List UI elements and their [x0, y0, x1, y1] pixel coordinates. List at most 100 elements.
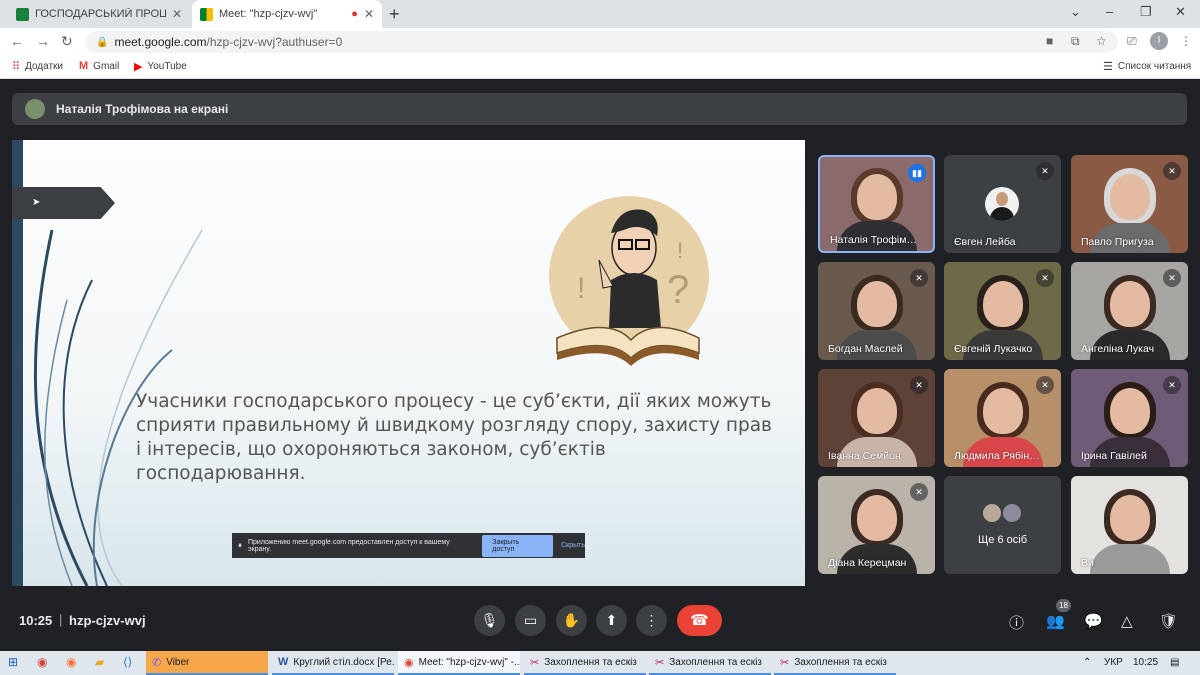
participant-face — [1109, 281, 1150, 328]
tab-search-icon[interactable]: ⌄ — [1070, 4, 1081, 20]
snip-sketch-icon: ✂ — [530, 656, 540, 669]
lock-icon: 🔒 — [96, 36, 109, 48]
mouse-cursor-icon: ➤ — [32, 197, 41, 208]
chrome-taskbar-icon[interactable]: ◉ — [37, 655, 47, 669]
forward-icon[interactable]: → — [36, 33, 50, 49]
taskbar-app-snip[interactable]: ✂ Захоплення та ескіз — [524, 651, 646, 675]
screen-share-notice: ⏸ Приложению meet.google.com предоставле… — [232, 533, 585, 558]
people-icon[interactable]: 👥 — [1046, 612, 1065, 630]
participant-face — [982, 281, 1023, 328]
install-app-icon[interactable]: ⧉ — [1071, 34, 1080, 49]
reload-icon[interactable]: ↻ — [61, 33, 73, 50]
taskbar-app-chrome[interactable]: ◉ Meet: "hzp-cjzv-wvj" -... — [398, 651, 520, 675]
input-language[interactable]: УКР — [1104, 657, 1123, 668]
taskbar-app-word[interactable]: W Круглий стіл.docx [Ре... — [272, 651, 394, 675]
participant-tile[interactable]: ✕ Євгеній Лукачко — [944, 262, 1061, 360]
self-view-tile[interactable]: Ви — [1071, 476, 1188, 574]
participant-tile[interactable]: ✕ Ангеліна Лукач — [1071, 262, 1188, 360]
muted-mic-icon: ✕ — [1036, 376, 1054, 394]
participant-face — [856, 495, 897, 542]
present-screen-icon: ⬆ — [605, 612, 618, 628]
back-icon[interactable]: ← — [10, 33, 24, 49]
participant-tile[interactable]: ✕ Богдан Маслей — [818, 262, 935, 360]
participant-tile[interactable]: ✕ Євген Лейба — [944, 155, 1061, 253]
slide-body-text: Учасники господарського процесу - це суб… — [136, 391, 772, 484]
taskbar-app-viber[interactable]: ✆ Viber — [146, 651, 268, 675]
minimize-button[interactable]: – — [1106, 4, 1113, 19]
tray-chevron-icon[interactable]: ⌃ — [1083, 657, 1091, 668]
raise-hand-button[interactable]: ✋ — [556, 605, 587, 636]
participant-name: Іванна Семйон — [828, 450, 901, 462]
close-window-button[interactable]: ✕ — [1175, 4, 1186, 20]
notifications-icon[interactable]: ▤ — [1170, 657, 1179, 668]
participant-name: Павло Пригуза — [1081, 236, 1154, 248]
muted-mic-icon: ✕ — [910, 483, 928, 501]
windows-start-icon[interactable]: ⊞ — [8, 655, 18, 669]
thinking-man-illustration: ! ? ! — [549, 196, 709, 366]
tab-meet[interactable]: Meet: "hzp-cjzv-wvj" ● ✕ — [192, 0, 382, 28]
taskbar-app-label: Захоплення та ескіз — [794, 656, 887, 668]
menu-kebab-icon[interactable]: ⋮ — [1180, 34, 1192, 48]
taskbar-app-snip[interactable]: ✂ Захоплення та ескіз — [649, 651, 771, 675]
participant-tile[interactable]: ✕ Діана Керецман — [818, 476, 935, 574]
tab-title: ГОСПОДАРСЬКИЙ ПРОЦЕС Пр — [35, 8, 166, 20]
bookmark-apps[interactable]: ⠿ Додатки — [12, 60, 63, 73]
bookmark-label: Gmail — [93, 60, 120, 72]
stop-sharing-button[interactable]: Закрыть доступ — [482, 534, 554, 557]
muted-mic-icon: ✕ — [1036, 269, 1054, 287]
taskbar-app-snip[interactable]: ✂ Захоплення та ескіз — [774, 651, 896, 675]
reading-list[interactable]: ☰ Список читання — [1103, 60, 1191, 73]
participant-tile[interactable]: ▮▮ Наталія Трофім… — [818, 155, 935, 253]
vscode-icon[interactable]: ⟨⟩ — [123, 655, 132, 669]
cast-icon[interactable]: ⎚ — [1127, 34, 1137, 49]
file-explorer-icon[interactable]: ▰ — [95, 655, 104, 669]
meet-icon — [200, 7, 213, 21]
taskbar-app-label: Круглий стіл.docx [Ре... — [293, 656, 394, 668]
meeting-info-icon[interactable]: ⓘ — [1009, 612, 1024, 633]
participant-tile[interactable]: ✕ Павло Пригуза — [1071, 155, 1188, 253]
participant-name: Ви — [1081, 557, 1094, 569]
camera-in-use-icon[interactable]: ■ — [1046, 34, 1053, 48]
participant-tile[interactable]: ✕ Іванна Семйон — [818, 369, 935, 467]
participant-name: Ангеліна Лукач — [1081, 343, 1155, 355]
drag-handle-icon[interactable]: ⏸ — [238, 541, 242, 551]
more-options-button[interactable]: ⋮ — [636, 605, 667, 636]
maximize-button[interactable]: ❐ — [1140, 4, 1152, 20]
gmail-icon: M — [79, 60, 89, 72]
snip-sketch-icon: ✂ — [780, 656, 790, 669]
firefox-taskbar-icon[interactable]: ◉ — [66, 655, 76, 669]
address-bar[interactable]: 🔒 meet.google.com/hzp-cjzv-wvj?authuser=… — [86, 31, 1118, 53]
microphone-button[interactable]: 🎙 — [474, 605, 505, 636]
slide-arrow-shape — [12, 187, 115, 219]
bookmark-gmail[interactable]: M Gmail — [79, 60, 119, 72]
new-tab-button[interactable]: + — [389, 4, 400, 25]
profile-avatar[interactable]: I — [1150, 32, 1168, 50]
close-tab-icon[interactable]: ✕ — [172, 7, 182, 21]
more-participants-tile[interactable]: Ще 6 осіб — [944, 476, 1061, 574]
muted-mic-icon: ✕ — [1036, 162, 1054, 180]
muted-mic-icon: ✕ — [1163, 376, 1181, 394]
present-button[interactable]: ⬆ — [596, 605, 627, 636]
leave-call-button[interactable]: ☎ — [677, 605, 722, 636]
activities-icon[interactable]: △ — [1121, 612, 1133, 630]
participant-tile[interactable]: ✕ Ірина Гавілей — [1071, 369, 1188, 467]
reading-list-label: Список читання — [1117, 61, 1192, 72]
bookmark-star-icon[interactable]: ☆ — [1096, 34, 1107, 48]
recording-icon: ● — [351, 8, 358, 20]
bookmark-youtube[interactable]: ▶ YouTube — [134, 60, 187, 73]
tab-classroom[interactable]: ГОСПОДАРСЬКИЙ ПРОЦЕС Пр ✕ — [8, 0, 190, 28]
participant-tile[interactable]: ✕ Людмила Рябін… — [944, 369, 1061, 467]
taskbar-app-label: Viber — [166, 656, 190, 668]
apps-grid-icon: ⠿ — [12, 61, 21, 73]
muted-mic-icon: ✕ — [1163, 162, 1181, 180]
share-notice-text: Приложению meet.google.com предоставлен … — [248, 538, 450, 553]
chat-icon[interactable]: 💬 — [1084, 612, 1103, 630]
camera-button[interactable]: ▭ — [515, 605, 546, 636]
participant-name: Діана Керецман — [828, 557, 907, 569]
close-tab-icon[interactable]: ✕ — [364, 7, 374, 21]
host-controls-icon[interactable]: 🛡 — [1159, 612, 1178, 630]
hide-notice-link[interactable]: Скрыть — [561, 542, 585, 549]
taskbar-clock[interactable]: 10:25 — [1133, 657, 1158, 668]
participant-name: Наталія Трофім… — [830, 234, 917, 246]
browser-toolbar: ← → ↻ 🔒 meet.google.com/hzp-cjzv-wvj?aut… — [0, 28, 1200, 55]
